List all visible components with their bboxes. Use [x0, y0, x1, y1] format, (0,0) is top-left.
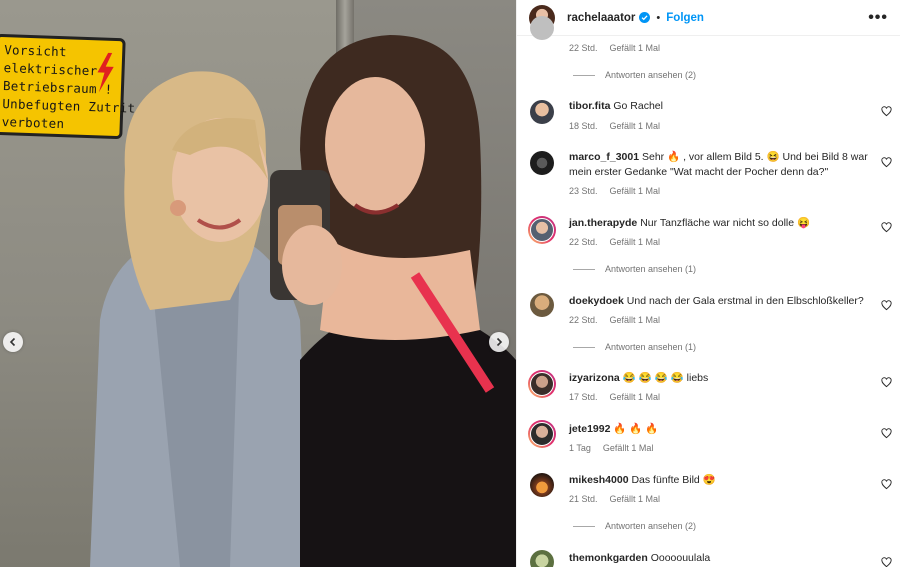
heart-icon[interactable] [881, 106, 892, 117]
view-replies-button[interactable]: Antworten ansehen (2) [573, 521, 696, 531]
comment-meta: 22 Std. Gefällt 1 Mal [569, 237, 660, 247]
comment-body: 😂 😂 😂 😂 liebs [622, 372, 709, 384]
comment-text: themonkgarden Ooooouulala [569, 551, 869, 566]
view-replies-label: Antworten ansehen (2) [605, 521, 697, 531]
view-replies-button[interactable]: Antworten ansehen (2) [573, 70, 696, 80]
comment-likes[interactable]: Gefällt 1 Mal [610, 237, 661, 247]
view-replies-button[interactable]: Antworten ansehen (1) [573, 342, 696, 352]
comment-meta: 22 Std. Gefällt 1 Mal [569, 315, 660, 325]
chevron-right-icon [496, 337, 503, 347]
comment-text: marco_f_3001 Sehr 🔥 , vor allem Bild 5. … [569, 150, 869, 180]
person-right [270, 35, 516, 567]
comment-time: 22 Std. [569, 237, 598, 247]
next-image-button[interactable] [489, 332, 509, 352]
comment-likes[interactable]: Gefällt 1 Mal [610, 43, 661, 53]
comment-time: 23 Std. [569, 186, 598, 196]
comment-avatar[interactable] [528, 216, 556, 244]
comments-panel: rachelaaator • Folgen ••• 22 Std. Gefällt… [516, 0, 900, 567]
post-photo: Vorsicht elektrischer Betriebsraum ! Unb… [0, 0, 516, 567]
comment-meta: 23 Std. Gefällt 1 Mal [569, 186, 660, 196]
comment-text: jete1992 🔥 🔥 🔥 [569, 422, 869, 437]
comment-meta: 21 Std. Gefällt 1 Mal [569, 494, 660, 504]
comment-time: 17 Std. [569, 392, 598, 402]
comment-meta: 22 Std. Gefällt 1 Mal [569, 43, 660, 53]
comment-username[interactable]: themonkgarden [569, 552, 648, 564]
comment-avatar[interactable] [528, 370, 556, 398]
heart-icon[interactable] [881, 377, 892, 388]
comment-time: 1 Tag [569, 443, 591, 453]
comment-avatar[interactable] [530, 293, 554, 317]
comment-likes[interactable]: Gefällt 1 Mal [610, 392, 661, 402]
view-replies-label: Antworten ansehen (1) [605, 264, 697, 274]
comment-avatar[interactable] [530, 100, 554, 124]
comment-body: Ooooouulala [650, 552, 711, 564]
heart-icon[interactable] [881, 222, 892, 233]
more-options-icon[interactable]: ••• [868, 9, 888, 27]
comment-text: mikesh4000 Das fünfte Bild 😍 [569, 473, 869, 488]
comment-avatar[interactable] [530, 550, 554, 567]
comment-time: 22 Std. [569, 315, 598, 325]
comment-likes[interactable]: Gefällt 1 Mal [603, 443, 654, 453]
comment-username[interactable]: mikesh4000 [569, 474, 629, 486]
previous-image-button[interactable] [3, 332, 23, 352]
comment-body: Nur Tanzfläche war nicht so dolle 😝 [640, 217, 811, 229]
comment-username[interactable]: tibor.fita [569, 100, 610, 112]
chevron-left-icon [9, 337, 16, 347]
comment-avatar[interactable] [530, 473, 554, 497]
comment-username[interactable]: jete1992 [569, 423, 610, 435]
replies-divider [573, 346, 595, 348]
comment-body: 🔥 🔥 🔥 [613, 423, 659, 435]
comment-likes[interactable]: Gefällt 1 Mal [610, 121, 661, 131]
view-replies-button[interactable]: Antworten ansehen (1) [573, 264, 696, 274]
replies-divider [573, 525, 595, 527]
heart-icon[interactable] [881, 557, 892, 567]
comment-likes[interactable]: Gefällt 1 Mal [610, 315, 661, 325]
comment-username[interactable]: doekydoek [569, 295, 624, 307]
comment-avatar[interactable] [530, 151, 554, 175]
author-username[interactable]: rachelaaator [567, 12, 635, 24]
comment-likes[interactable]: Gefällt 1 Mal [610, 186, 661, 196]
comment-username[interactable]: marco_f_3001 [569, 151, 639, 163]
comment-text: jan.therapyde Nur Tanzfläche war nicht s… [569, 216, 869, 231]
comment-username[interactable]: jan.therapyde [569, 217, 637, 229]
view-replies-label: Antworten ansehen (1) [605, 342, 697, 352]
heart-icon[interactable] [881, 428, 892, 439]
comment-likes[interactable]: Gefällt 1 Mal [610, 494, 661, 504]
comment-body: Und nach der Gala erstmal in den Elbschl… [626, 295, 864, 307]
comment-avatar[interactable] [528, 420, 556, 448]
comment-body: Das fünfte Bild 😍 [631, 474, 716, 486]
verified-badge-icon [639, 12, 651, 23]
comment-text: tibor.fita Go Rachel [569, 99, 869, 114]
comment-time: 18 Std. [569, 121, 598, 131]
heart-icon[interactable] [881, 479, 892, 490]
comment-meta: 17 Std. Gefällt 1 Mal [569, 392, 660, 402]
comment-body: Go Rachel [613, 100, 663, 112]
replies-divider [573, 74, 595, 76]
heart-icon[interactable] [881, 157, 892, 168]
view-replies-label: Antworten ansehen (2) [605, 70, 697, 80]
comment-avatar[interactable] [530, 16, 554, 40]
replies-divider [573, 268, 595, 270]
separator-dot: • [656, 11, 661, 24]
comment-meta: 18 Std. Gefällt 1 Mal [569, 121, 660, 131]
comment-username[interactable]: izyarizona [569, 372, 620, 384]
post-header: rachelaaator • Folgen ••• [517, 0, 900, 36]
comment-time: 21 Std. [569, 494, 598, 504]
comment-text: izyarizona 😂 😂 😂 😂 liebs [569, 371, 869, 386]
comment-time: 22 Std. [569, 43, 598, 53]
heart-icon[interactable] [881, 300, 892, 311]
follow-button[interactable]: Folgen [666, 12, 704, 24]
comment-text: doekydoek Und nach der Gala erstmal in d… [569, 294, 869, 309]
comment-meta: 1 Tag Gefällt 1 Mal [569, 443, 653, 453]
